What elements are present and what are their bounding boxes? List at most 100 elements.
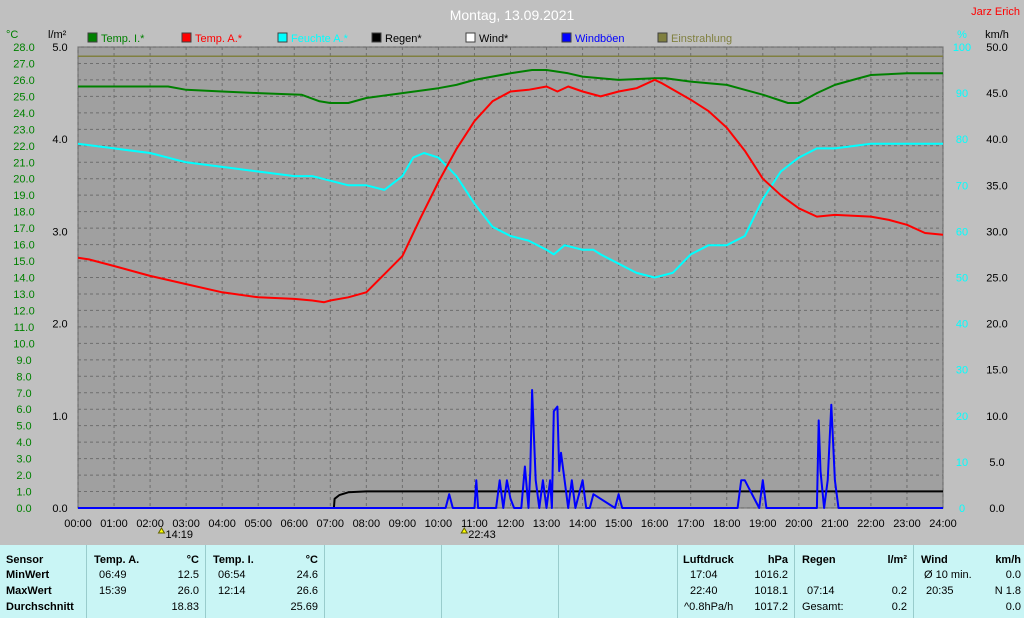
tick-label-temp: 4.0: [16, 437, 31, 449]
legend-swatch: [181, 32, 192, 43]
tick-label-pct: 60: [956, 226, 968, 238]
tick-label-pct: 10: [956, 457, 968, 469]
tick-label-temp: 25.0: [13, 91, 34, 103]
stats-col-wind: Wind km/h Ø 10 min. 20:35 0.0 N 1.8 0.0: [914, 545, 1024, 618]
tick-label-pct: 30: [956, 365, 968, 377]
stats-row-label: Durchschnitt: [6, 601, 74, 613]
stats-value: 0.2: [891, 585, 907, 597]
tick-label-temp: 2.0: [16, 470, 31, 482]
stats-unit: km/h: [995, 554, 1021, 566]
tick-label-time: 20:00: [785, 518, 813, 530]
stats-value: 18.83: [171, 601, 199, 613]
stats-value: 0.0: [1005, 601, 1021, 613]
tick-label-kmh: 10.0: [986, 411, 1007, 423]
stats-header-temp-a: Temp. A.: [94, 554, 140, 566]
tick-label-time: 22:00: [857, 518, 885, 530]
tick-label-time: 17:00: [677, 518, 705, 530]
stats-unit: °C: [186, 554, 199, 566]
stats-col-pressure: Luftdruck hPa 17:04 22:40 ^0.8hPa/h 1016…: [678, 545, 795, 618]
tick-label-temp: 6.0: [16, 404, 31, 416]
stats-time: 15:39: [99, 585, 127, 597]
tick-label-rain: 1.0: [52, 411, 67, 423]
tick-label-time: 04:00: [208, 518, 236, 530]
stats-col-rain: Regen l/m² 07:14 Gesamt: 0.2 0.2: [795, 545, 914, 618]
tick-label-pct: 20: [956, 411, 968, 423]
stats-table: Sensor MinWert MaxWert Durchschnitt Temp…: [0, 545, 1024, 618]
author-label: Jarz Erich: [971, 6, 1020, 18]
tick-label-temp: 5.0: [16, 421, 31, 433]
stats-time: 20:35: [926, 585, 954, 597]
stats-value: 12.5: [177, 569, 199, 581]
tick-label-rain: 3.0: [52, 226, 67, 238]
stats-value: 0.0: [1005, 569, 1021, 581]
tick-label-rain: 5.0: [52, 42, 67, 54]
legend-label: Temp. I.*: [101, 33, 145, 45]
stats-header-temp-i: Temp. I.: [213, 554, 254, 566]
stats-value: N 1.8: [994, 585, 1021, 597]
chart-title: Montag, 13.09.2021: [450, 7, 575, 23]
stats-value: 26.0: [177, 585, 199, 597]
stats-unit: °C: [305, 554, 318, 566]
tick-label-pct: 50: [956, 273, 968, 285]
stats-row-label: MaxWert: [6, 585, 52, 597]
tick-label-kmh: 15.0: [986, 365, 1007, 377]
tick-label-time: 08:00: [353, 518, 381, 530]
stats-time: ^0.8hPa/h: [684, 601, 734, 613]
stats-row-label: MinWert: [6, 569, 50, 581]
tick-label-time: 15:00: [605, 518, 633, 530]
tick-label-temp: 15.0: [13, 256, 34, 268]
tick-label-time: 14:00: [569, 518, 597, 530]
tick-label-time: 02:00: [136, 518, 164, 530]
stats-value: 24.6: [296, 569, 318, 581]
tick-label-temp: 21.0: [13, 157, 34, 169]
tick-label-temp: 28.0: [13, 42, 34, 54]
stats-header-pressure: Luftdruck: [683, 554, 734, 566]
weather-chart: Montag, 13.09.2021 Jarz Erich °C l/m²% km/h T…: [6, 6, 1020, 541]
stats-time: Gesamt:: [802, 601, 844, 613]
tick-label-kmh: 5.0: [989, 457, 1004, 469]
tick-label-temp: 10.0: [13, 338, 34, 350]
stats-value: 26.6: [296, 585, 318, 597]
tick-label-temp: 1.0: [16, 487, 31, 499]
tick-label-time: 18:00: [713, 518, 741, 530]
tick-label-time: 10:00: [425, 518, 453, 530]
tick-label-temp: 13.0: [13, 289, 34, 301]
legend-swatch: [277, 32, 288, 43]
tick-label-kmh: 20.0: [986, 319, 1007, 331]
tick-label-kmh: 50.0: [986, 42, 1007, 54]
tick-label-kmh: 30.0: [986, 226, 1007, 238]
tick-label-temp: 19.0: [13, 190, 34, 202]
stats-time: Ø 10 min.: [924, 569, 972, 581]
tick-label-temp: 14.0: [13, 273, 34, 285]
tick-label-time: 23:00: [893, 518, 921, 530]
stats-time: 07:14: [807, 585, 835, 597]
tick-label-time: 01:00: [100, 518, 128, 530]
tick-label-rain: 0.0: [52, 503, 67, 515]
unit-label-temp: °C: [6, 29, 18, 41]
stats-time: 06:49: [99, 569, 127, 581]
tick-label-kmh: 45.0: [986, 88, 1007, 100]
tick-label-time: 21:00: [821, 518, 849, 530]
tick-label-temp: 12.0: [13, 305, 34, 317]
stats-col-empty: [442, 545, 559, 618]
tick-label-temp: 9.0: [16, 355, 31, 367]
tick-label-pct: 40: [956, 319, 968, 331]
legend-label: Feuchte A.*: [291, 33, 349, 45]
tick-label-pct: 100: [953, 42, 971, 54]
tick-label-kmh: 0.0: [989, 503, 1004, 515]
tick-label-time: 24:00: [929, 518, 957, 530]
stats-time: 06:54: [218, 569, 246, 581]
stats-col-empty: [559, 545, 678, 618]
unit-label-kmh: km/h: [985, 29, 1009, 41]
tick-label-temp: 23.0: [13, 124, 34, 136]
legend-swatch: [87, 32, 98, 43]
tick-label-rain: 2.0: [52, 319, 67, 331]
tick-label-pct: 70: [956, 180, 968, 192]
legend-label: Wind*: [479, 33, 509, 45]
tick-label-temp: 22.0: [13, 141, 34, 153]
stats-time: 17:04: [690, 569, 718, 581]
tick-label-temp: 3.0: [16, 454, 31, 466]
stats-unit: hPa: [767, 554, 788, 566]
stats-header-wind: Wind: [921, 554, 948, 566]
tick-label-temp: 8.0: [16, 371, 31, 383]
